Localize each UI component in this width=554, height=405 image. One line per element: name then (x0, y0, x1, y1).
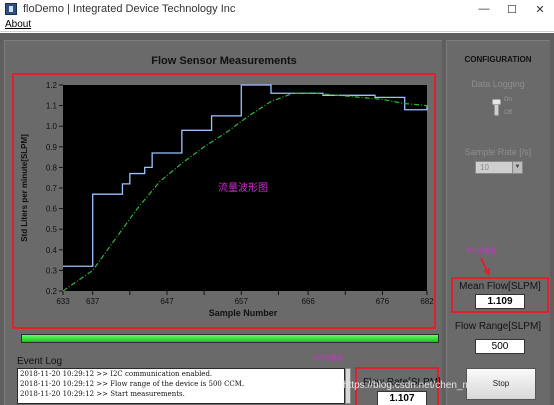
x-tick-label: 657 (235, 297, 249, 306)
maximize-button[interactable]: ☐ (498, 0, 526, 18)
flow-chart: 0.2 0.3 0.4 0.5 0.6 0.7 0.8 0.9 1.0 1.1 1.2 633 637… (20, 81, 434, 318)
config-title: CONFIGURATION (464, 55, 532, 64)
chart-title: Flow Sensor Measurements (151, 55, 297, 67)
y-tick-label: 1.0 (46, 122, 58, 131)
watermark: https://blog.csdn.net/chen_me (343, 380, 477, 391)
flow-rate-value: 1.107 (377, 391, 427, 405)
event-log-label: Event Log (17, 356, 63, 367)
event-log[interactable]: 2018-11-20 10:29:12 >> I2C communication… (17, 368, 345, 404)
flow-range-label: Flow Range[SLPM] (454, 321, 542, 332)
chevron-down-icon[interactable]: ▼ (512, 162, 522, 173)
toggle-knob[interactable] (492, 99, 501, 105)
mean-flow-note: 平均流量值 (466, 249, 497, 255)
chart-annotation: 流量波形图 (218, 181, 268, 194)
y-tick-label: 0.4 (46, 246, 58, 255)
x-tick-label: 637 (86, 297, 100, 306)
close-button[interactable]: ✕ (526, 0, 554, 18)
app-icon (5, 3, 17, 15)
arrow-down-icon (480, 257, 490, 276)
toggle-on-label: On (504, 97, 513, 103)
menu-about[interactable]: About (5, 19, 31, 30)
sample-rate-value: 10 (480, 163, 489, 172)
progress-bar (21, 334, 439, 343)
progress-fill (22, 335, 438, 342)
x-tick-label: 676 (376, 297, 390, 306)
y-tick-label: 1.2 (46, 81, 58, 90)
log-line: 2018-11-20 10:29:12 >> I2C communication… (20, 370, 213, 378)
sample-rate-label: Sample Rate [/s] (464, 147, 532, 157)
y-tick-label: 0.5 (46, 225, 58, 234)
flow-rate-note: 实时流量值 (313, 356, 344, 362)
y-axis-label: Std Liters per minute[SLPM] (20, 134, 29, 242)
flow-range-value: 500 (475, 339, 525, 354)
y-tick-label: 0.9 (46, 143, 58, 152)
window-controls: — ☐ ✕ (470, 0, 554, 18)
y-tick-label: 0.6 (46, 205, 58, 214)
stop-button[interactable]: Stop (466, 368, 536, 400)
y-tick-label: 1.1 (46, 102, 58, 111)
y-tick-label: 0.7 (46, 184, 58, 193)
y-tick-label: 0.2 (46, 287, 58, 296)
data-logging-label: Data Logging (471, 79, 525, 89)
x-tick-label: 682 (420, 297, 434, 306)
mean-flow-value: 1.109 (475, 294, 525, 309)
x-tick-label: 633 (56, 297, 70, 306)
minimize-button[interactable]: — (470, 0, 498, 18)
x-tick-label: 647 (160, 297, 174, 306)
title-bar: floDemo | Integrated Device Technology I… (0, 0, 554, 18)
log-line: 2018-11-20 10:29:12 >> Start measurement… (20, 390, 185, 398)
sample-rate-select[interactable]: 10 ▼ (475, 161, 523, 174)
x-axis-label: Sample Number (209, 308, 278, 318)
window-title: floDemo | Integrated Device Technology I… (23, 3, 236, 15)
measurement-panel: Flow Sensor Measurements 0.2 0.3 0.4 0.5 0.6… (4, 40, 442, 405)
toggle-off-label: Off (504, 110, 512, 116)
menu-bar: About (0, 18, 554, 32)
x-tick-label: 666 (301, 297, 315, 306)
y-tick-label: 0.3 (46, 266, 58, 275)
log-line: 2018-11-20 10:29:12 >> Flow range of the… (20, 380, 245, 388)
mean-flow-label: Mean Flow[SLPM] (459, 281, 541, 292)
y-tick-label: 0.8 (46, 163, 58, 172)
